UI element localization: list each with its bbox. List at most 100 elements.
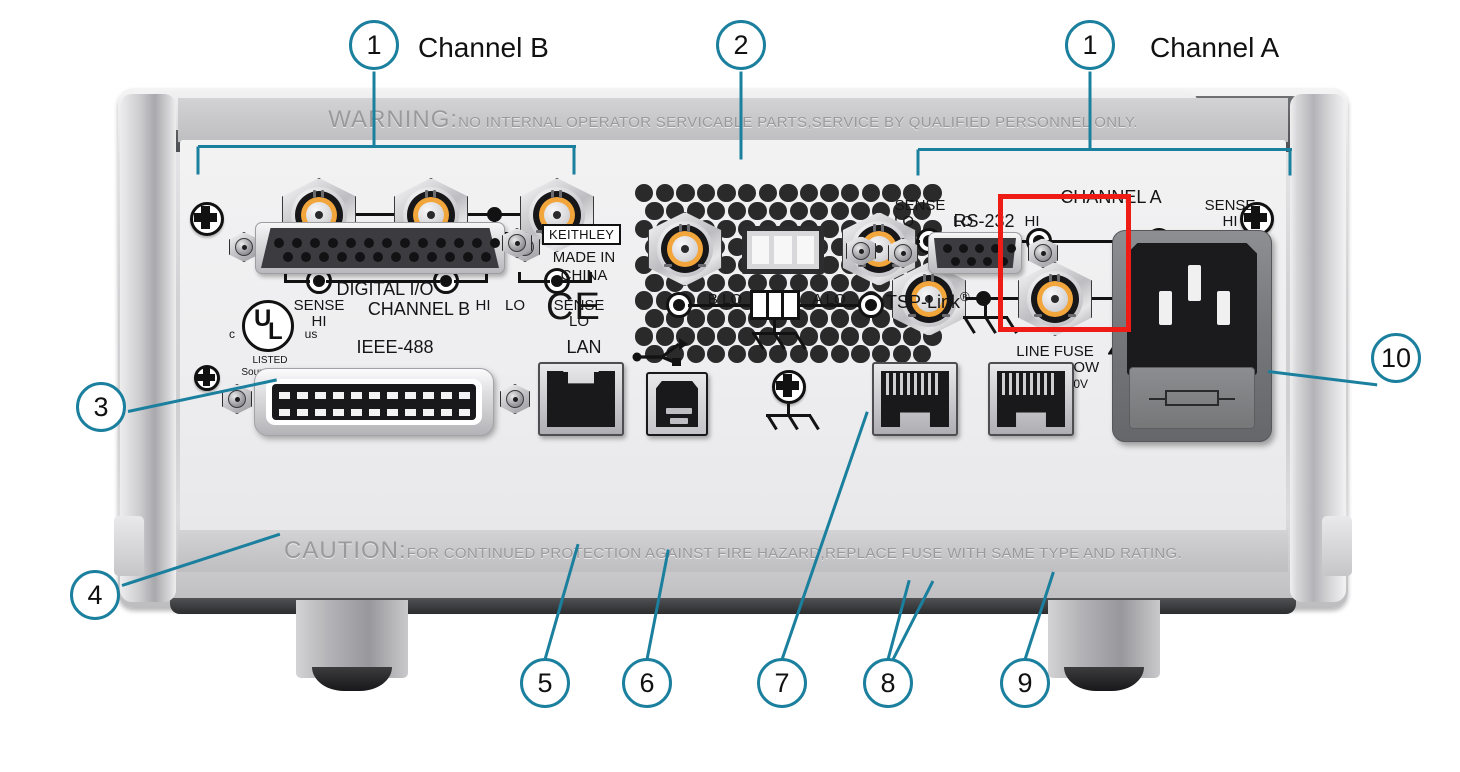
rear-panel-figure: 1 Channel B 2 1 Channel A 10 3 4 5 6 7 8…	[0, 0, 1460, 772]
ground-symbol-screw	[766, 404, 820, 436]
leader-line-1b-v1	[196, 146, 200, 175]
leader-line-2	[739, 71, 743, 160]
caution-text: CAUTION:FOR CONTINUED PROTECTION AGAINST…	[284, 537, 1182, 565]
power-inlet-pin-neutral	[1217, 291, 1230, 325]
vent-hole	[810, 201, 829, 221]
highlight-box-channel-a-hi	[998, 194, 1131, 332]
interlock-indicator-box	[742, 226, 824, 274]
leader-line-1a-h	[918, 148, 1292, 151]
label-a-sense-hi-1: SENSE	[1204, 197, 1256, 214]
vent-hole	[738, 184, 757, 203]
label-channel-b-title: CHANNEL B	[367, 299, 471, 319]
callout-1-channel-b[interactable]: 1	[349, 20, 399, 70]
jackscrew-center-right[interactable]	[846, 236, 876, 266]
callout-7-jackscrew[interactable]: 7	[757, 658, 807, 708]
cellbox-cell-1	[753, 293, 769, 317]
jackscrew-ieee488-right[interactable]	[500, 384, 530, 414]
tsp-link-port-1[interactable]	[872, 362, 958, 436]
chassis-ground-screw	[772, 370, 806, 404]
jackscrew-center-left[interactable]	[502, 228, 532, 258]
caution-band: CAUTION:FOR CONTINUED PROTECTION AGAINST…	[178, 530, 1288, 572]
vent-hole	[779, 184, 798, 203]
label-b-lo: LO	[504, 297, 525, 314]
chassis-ground-cellbox	[750, 290, 800, 320]
interlock-cell-2	[774, 236, 792, 264]
caution-body: FOR CONTINUED PROTECTION AGAINST FIRE HA…	[406, 545, 1182, 562]
triax-b-lo-rear[interactable]	[648, 212, 722, 286]
power-inlet[interactable]	[1112, 230, 1272, 442]
tsp-link-port-2[interactable]	[988, 362, 1074, 436]
callout-1-channel-a[interactable]: 1	[1065, 20, 1115, 70]
callout-number: 1	[1082, 29, 1098, 60]
vent-hole	[645, 309, 664, 328]
label-lan: LAN	[566, 337, 602, 357]
vent-hole	[810, 345, 829, 364]
callout-number: 2	[733, 29, 749, 60]
callout-9-power-inlet[interactable]: 9	[1000, 658, 1050, 708]
trace-b-lo-left-tick	[518, 272, 521, 283]
label-made-in: MADE IN	[552, 249, 616, 266]
callout-8-tsp-link[interactable]: 8	[863, 658, 913, 708]
rear-panel-plate: GUARD SENSE HI CHANNEL B HI LO SENSE LO …	[180, 140, 1286, 534]
digital-io-connector[interactable]	[255, 222, 505, 274]
ul-listed-mark: U L	[228, 300, 312, 352]
chassis-foot-left	[296, 600, 408, 691]
jackscrew-rs232-left[interactable]	[888, 238, 918, 268]
callout-6-usb[interactable]: 6	[622, 658, 672, 708]
vent-hole	[748, 201, 767, 221]
callout-number: 10	[1380, 342, 1412, 373]
vent-hole	[696, 184, 716, 203]
label-a-sense-hi-2: HI	[1222, 213, 1238, 230]
panel-screw-bottom-left	[194, 365, 220, 391]
vent-hole	[861, 327, 880, 346]
keithley-brand-mark: KEITHLEY	[542, 224, 622, 245]
leader-line-1b-v2	[572, 146, 576, 175]
vent-hole	[696, 327, 716, 346]
power-inlet-pin-line	[1159, 291, 1172, 325]
usb-device-port[interactable]	[646, 372, 708, 436]
vent-hole	[635, 184, 654, 203]
vent-hole	[913, 345, 932, 364]
trace-blo	[688, 304, 754, 307]
ieee488-connector[interactable]	[254, 368, 494, 436]
vent-hole	[820, 327, 839, 346]
vent-hole	[810, 309, 829, 328]
callout-3-digital-io[interactable]: 3	[76, 382, 126, 432]
vent-hole	[707, 309, 726, 328]
callout-10-screw[interactable]: 10	[1371, 333, 1421, 383]
callout-number: 7	[774, 667, 790, 698]
warning-body: NO INTERNAL OPERATOR SERVICABLE PARTS,SE…	[458, 114, 1138, 131]
interlock-cell-3	[796, 236, 814, 264]
vent-hole	[717, 327, 736, 346]
warning-prefix: WARNING:	[328, 106, 459, 133]
callout-number: 5	[537, 667, 553, 698]
label-digital-io: DIGITAL I/O	[336, 279, 434, 299]
label-china: CHINA	[560, 267, 608, 284]
callout-5-lan[interactable]: 5	[520, 658, 570, 708]
usb-icon	[632, 336, 692, 371]
panel-screw-top-left	[190, 202, 224, 236]
ul-listed-text: LISTED	[252, 355, 288, 366]
chassis-tab-right	[1322, 516, 1352, 576]
trace-b-1	[356, 213, 394, 216]
vent-hole	[789, 201, 808, 221]
fuse-drawer[interactable]	[1129, 367, 1255, 429]
callout-2-ventilation[interactable]: 2	[716, 20, 766, 70]
vent-hole	[841, 327, 860, 346]
callout-label-channel-b: Channel B	[418, 32, 549, 63]
terminal-a-lo-rear[interactable]	[858, 292, 884, 318]
vent-hole	[841, 184, 860, 203]
leader-line-1a	[1088, 71, 1092, 150]
leader-line-1a-v2	[1288, 149, 1292, 176]
ul-letter-l: L	[268, 318, 283, 345]
cellbox-cell-3	[784, 293, 797, 317]
callout-number: 8	[880, 667, 896, 698]
callout-number: 4	[87, 579, 103, 610]
power-inlet-socket	[1127, 243, 1257, 375]
tsp-link-text: TSP-Link	[886, 292, 961, 312]
vent-hole	[830, 345, 850, 364]
callout-4-ieee488[interactable]: 4	[70, 570, 120, 620]
vent-hole	[758, 184, 777, 203]
lan-port[interactable]	[538, 362, 624, 436]
vent-hole	[707, 345, 726, 364]
